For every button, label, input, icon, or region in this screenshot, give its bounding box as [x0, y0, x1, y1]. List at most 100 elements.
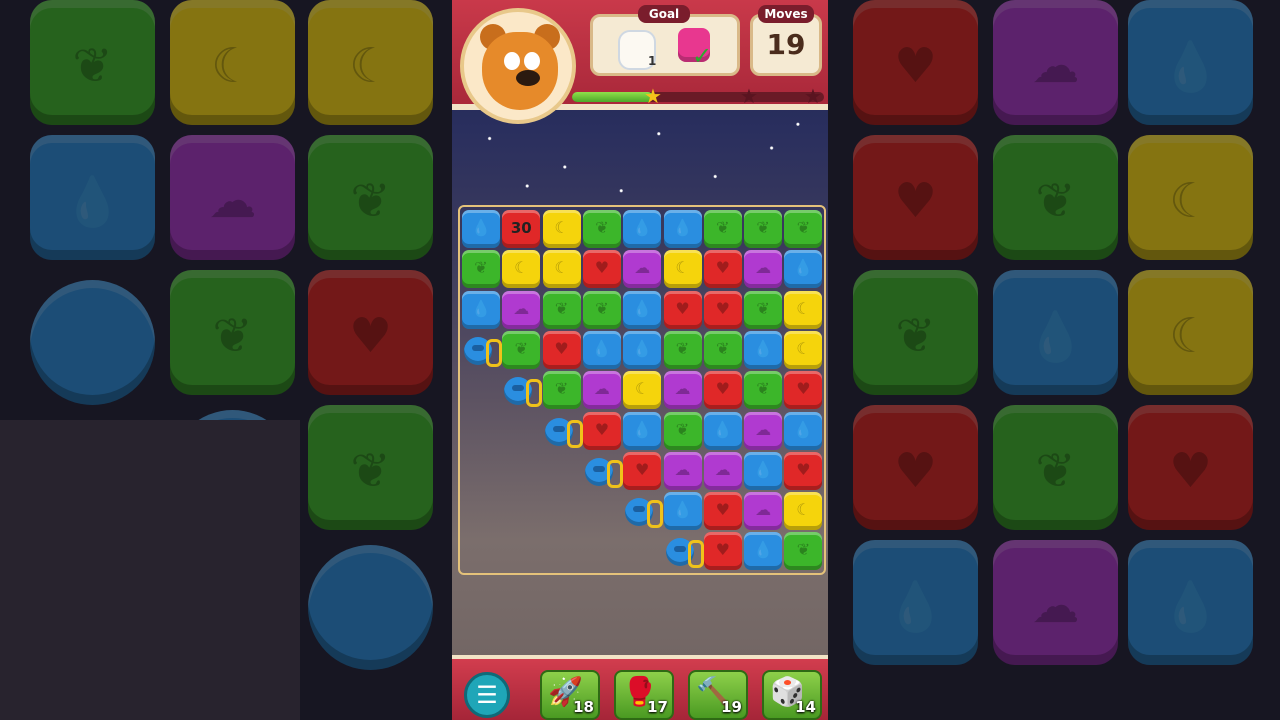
- blue-cube[interactable]: 💧: [462, 210, 500, 248]
- blue-cube[interactable]: 💧: [744, 532, 783, 571]
- red-cube-symbol-icon: ♥: [715, 379, 730, 399]
- red-cube-symbol-icon: ♥: [675, 298, 690, 318]
- purple-cube-symbol-icon: ☁: [674, 379, 691, 399]
- yellow-cube[interactable]: ☾: [502, 250, 541, 289]
- green-cube[interactable]: ❦: [784, 210, 823, 248]
- yellow-cube-symbol-icon: ☾: [635, 379, 650, 399]
- blue-cube-symbol-icon: 💧: [753, 540, 774, 560]
- blue-cube[interactable]: 💧: [663, 210, 702, 248]
- red-cube[interactable]: ♥: [703, 371, 742, 410]
- bear-avatar: [460, 8, 576, 124]
- green-cube[interactable]: ❦: [582, 210, 621, 248]
- green-cube[interactable]: ❦: [663, 330, 702, 369]
- green-cube-symbol-icon: ❦: [514, 338, 528, 358]
- purple-cube[interactable]: ☁: [744, 492, 783, 531]
- red-cube[interactable]: 30: [502, 210, 541, 248]
- red-cube[interactable]: ♥: [663, 290, 702, 329]
- green-cube[interactable]: ❦: [542, 290, 581, 329]
- blue-cube[interactable]: 💧: [623, 290, 662, 329]
- yellow-cube[interactable]: ☾: [623, 371, 662, 410]
- progress-star-icon: ★: [644, 84, 662, 108]
- blue-cube[interactable]: 💧: [462, 290, 500, 329]
- backdrop-tile: ☾: [1128, 135, 1253, 260]
- purple-cube[interactable]: ☁: [703, 451, 742, 490]
- yellow-cube[interactable]: ☾: [784, 290, 823, 329]
- yellow-cube[interactable]: ☾: [542, 250, 581, 289]
- blue-cube[interactable]: 💧: [663, 492, 702, 531]
- red-cube[interactable]: ♥: [542, 330, 581, 369]
- green-cube-symbol-icon: ❦: [716, 338, 730, 358]
- fish-ring: [486, 338, 502, 367]
- bear-eye: [504, 52, 520, 70]
- blue-cube[interactable]: 💧: [623, 330, 662, 369]
- fish-ring: [526, 379, 543, 408]
- blue-cube[interactable]: 💧: [623, 210, 662, 248]
- fish-blocker[interactable]: [623, 492, 664, 530]
- purple-cube-symbol-icon: ☁: [674, 459, 691, 479]
- blue-cube-symbol-icon: 💧: [471, 298, 491, 318]
- red-cube[interactable]: ♥: [784, 451, 823, 490]
- fish-blocker[interactable]: [462, 331, 502, 369]
- fish-blocker[interactable]: [664, 532, 704, 570]
- purple-cube[interactable]: ☁: [663, 371, 702, 410]
- yellow-cube[interactable]: ☾: [784, 330, 823, 369]
- purple-cube[interactable]: ☁: [744, 411, 783, 450]
- purple-cube[interactable]: ☁: [744, 250, 783, 289]
- green-cube[interactable]: ❦: [663, 411, 702, 450]
- fish-blocker[interactable]: [502, 371, 543, 409]
- blue-cube-symbol-icon: 💧: [672, 218, 693, 237]
- blue-cube[interactable]: 💧: [784, 411, 823, 450]
- green-cube[interactable]: ❦: [744, 290, 783, 329]
- red-cube[interactable]: ♥: [582, 250, 621, 289]
- yellow-cube[interactable]: ☾: [784, 492, 823, 531]
- blue-cube-symbol-icon: 💧: [632, 338, 653, 358]
- blue-cube[interactable]: 💧: [744, 330, 783, 369]
- backdrop-tile: ♥: [853, 135, 978, 260]
- green-cube-symbol-icon: ❦: [554, 298, 569, 318]
- yellow-cube-symbol-icon: ☾: [514, 258, 529, 278]
- yellow-cube-symbol-icon: ☾: [554, 258, 569, 278]
- rocket-booster-button[interactable]: 🚀 18: [540, 670, 600, 720]
- green-cube[interactable]: ❦: [703, 210, 742, 248]
- backdrop-tile: ❦: [30, 0, 155, 125]
- red-cube[interactable]: ♥: [703, 250, 742, 289]
- green-cube[interactable]: ❦: [744, 210, 783, 248]
- fish-blocker[interactable]: [583, 452, 623, 490]
- green-cube[interactable]: ❦: [703, 330, 742, 369]
- green-cube[interactable]: ❦: [582, 290, 621, 329]
- fish-blocker[interactable]: [543, 412, 583, 450]
- bear-eye: [524, 52, 540, 70]
- green-cube[interactable]: ❦: [542, 371, 581, 410]
- purple-cube[interactable]: ☁: [663, 451, 702, 490]
- purple-cube[interactable]: ☁: [502, 290, 541, 329]
- yellow-cube[interactable]: ☾: [542, 210, 581, 248]
- blue-cube[interactable]: 💧: [582, 330, 621, 369]
- yellow-cube[interactable]: ☾: [663, 250, 702, 289]
- blue-cube[interactable]: 💧: [703, 411, 742, 450]
- blue-cube[interactable]: 💧: [784, 250, 823, 289]
- backdrop-tile: ♥: [853, 405, 978, 530]
- hammer-booster-button[interactable]: 🔨 19: [688, 670, 748, 720]
- red-cube[interactable]: ♥: [582, 411, 621, 450]
- green-cube[interactable]: ❦: [744, 371, 783, 410]
- red-cube[interactable]: ♥: [703, 532, 742, 571]
- blue-cube[interactable]: 💧: [744, 451, 783, 490]
- backdrop-tile: ♥: [1128, 405, 1253, 530]
- red-cube[interactable]: ♥: [623, 451, 662, 490]
- dice-booster-button[interactable]: 🎲 14: [762, 670, 822, 720]
- red-cube[interactable]: ♥: [703, 492, 742, 531]
- purple-cube[interactable]: ☁: [582, 371, 621, 410]
- purple-cube[interactable]: ☁: [623, 250, 662, 289]
- green-cube-symbol-icon: ❦: [554, 379, 569, 399]
- green-cube[interactable]: ❦: [462, 250, 500, 289]
- boxing-glove-booster-button[interactable]: 🥊 17: [614, 670, 674, 720]
- green-cube-symbol-icon: ❦: [595, 218, 609, 237]
- red-cube[interactable]: ♥: [703, 290, 742, 329]
- red-cube[interactable]: ♥: [784, 371, 823, 410]
- blue-cube[interactable]: 💧: [623, 411, 662, 450]
- green-cube[interactable]: ❦: [784, 532, 823, 571]
- booster-bar: ☰ 🚀 18 🥊 17 🔨 19 🎲 14: [452, 655, 828, 720]
- backdrop-tile: ❦: [993, 135, 1118, 260]
- menu-button[interactable]: ☰: [464, 672, 510, 718]
- green-cube[interactable]: ❦: [502, 330, 541, 369]
